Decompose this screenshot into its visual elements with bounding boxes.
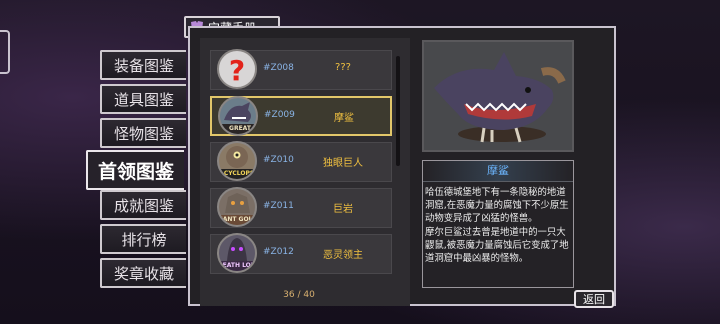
boss-banner: DEATH LORD: [219, 261, 255, 271]
question-mark-icon: ?: [217, 49, 257, 89]
tab-items[interactable]: 道具图鉴: [100, 84, 186, 114]
tab-achievements[interactable]: 成就图鉴: [100, 190, 186, 220]
shark-boss-icon: GREAT MOULSHARK: [218, 96, 258, 136]
tab-medals[interactable]: 奖章收藏: [100, 258, 186, 288]
entry-name: 摩鲨: [334, 113, 354, 124]
tab-leaderboard[interactable]: 排行榜: [100, 224, 186, 254]
description-paragraph: 哈伍德城堡地下有一条隐秘的地道洞窟,在恶魔力量的腐蚀下不少原生动物变异成了凶猛的…: [425, 187, 569, 225]
entry-name: 独眼巨人: [323, 158, 363, 169]
entry-name: 恶灵领主: [323, 250, 363, 261]
cyclops-boss-icon: CYCLOPS: [217, 141, 257, 181]
list-item[interactable]: DEATH LORD #Z012 恶灵领主: [210, 233, 392, 274]
boss-banner: GREAT MOULSHARK: [220, 124, 256, 134]
list-item[interactable]: ? #Z008 ???: [210, 49, 392, 90]
golem-boss-icon: GIANT GOLEM: [217, 187, 257, 227]
death-lord-boss-icon: DEATH LORD: [217, 233, 257, 273]
entry-code: #Z011: [263, 201, 294, 211]
entry-code: #Z009: [264, 110, 295, 120]
list-item[interactable]: CYCLOPS #Z010 独眼巨人: [210, 141, 392, 182]
back-button[interactable]: 返回: [574, 290, 614, 308]
land-shark-monster: [434, 52, 566, 143]
boss-banner: CYCLOPS: [219, 169, 255, 179]
svg-text:?: ?: [229, 54, 245, 87]
pagination-count: 36 / 40: [283, 290, 315, 300]
entry-code: #Z008: [263, 63, 294, 73]
tab-bosses[interactable]: 首领图鉴: [86, 150, 184, 190]
entry-name: 巨岩: [333, 204, 353, 215]
entry-code: #Z012: [263, 247, 294, 257]
list-scrollbar[interactable]: [396, 56, 400, 166]
tab-monsters[interactable]: 怪物图鉴: [100, 118, 186, 148]
boss-description-panel: 摩鲨 哈伍德城堡地下有一条隐秘的地道洞窟,在恶魔力量的腐蚀下不少原生动物变异成了…: [422, 160, 574, 288]
entry-code: #Z010: [263, 155, 294, 165]
entry-name: ???: [335, 62, 351, 73]
side-pull-handle[interactable]: [0, 30, 10, 74]
description-paragraph: 摩尔巨鲨过去曾是地道中的一只大鼹鼠,被恶魔力量腐蚀后它变成了地道洞窟中最凶暴的怪…: [425, 226, 569, 265]
boss-preview-image: [422, 40, 574, 152]
boss-banner: GIANT GOLEM: [219, 215, 255, 225]
list-item[interactable]: GIANT GOLEM #Z011 巨岩: [210, 187, 392, 228]
boss-name: 摩鲨: [423, 161, 573, 182]
boss-list[interactable]: ? #Z008 ??? GREAT MOULSHARK #Z009 摩鲨 CYC…: [200, 38, 410, 306]
tab-equipment[interactable]: 装备图鉴: [100, 50, 186, 80]
list-item-selected[interactable]: GREAT MOULSHARK #Z009 摩鲨: [210, 96, 392, 136]
boss-description: 哈伍德城堡地下有一条隐秘的地道洞窟,在恶魔力量的腐蚀下不少原生动物变异成了凶猛的…: [423, 182, 573, 265]
